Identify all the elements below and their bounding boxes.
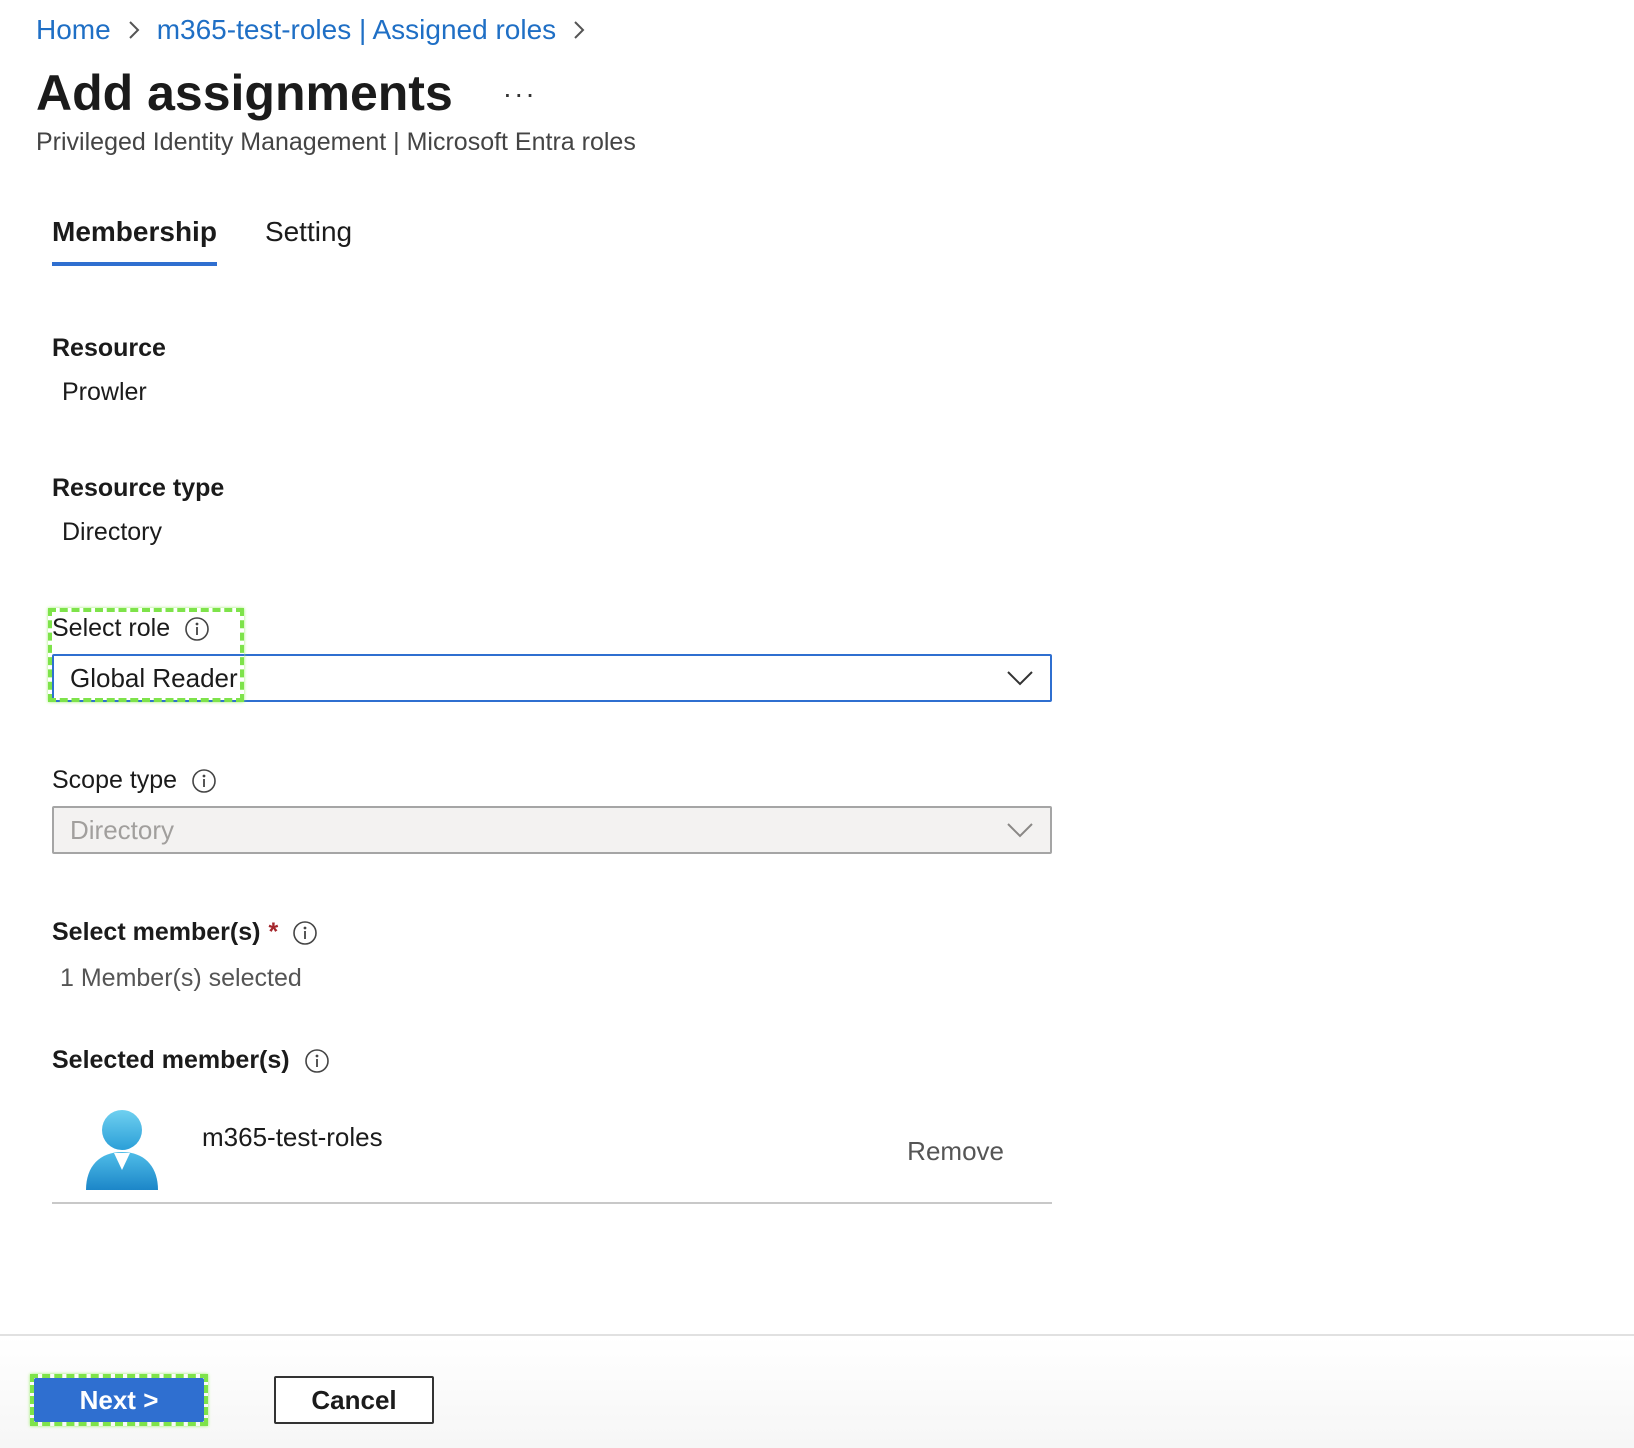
breadcrumb-home[interactable]: Home — [36, 14, 111, 46]
resource-type-label: Resource type — [52, 474, 225, 502]
page-subtitle: Privileged Identity Management | Microso… — [36, 128, 636, 156]
info-icon[interactable] — [304, 1048, 330, 1074]
tab-membership[interactable]: Membership — [52, 216, 217, 266]
members-selected-link[interactable]: 1 Member(s) selected — [60, 964, 302, 993]
title-row: Add assignments ··· — [36, 64, 537, 122]
tab-bar: Membership Setting — [52, 216, 400, 266]
select-role-label-row: Select role — [52, 614, 210, 643]
select-role-dropdown[interactable]: Global Reader — [52, 654, 1052, 702]
select-members-label-row: Select member(s) * — [52, 918, 318, 947]
remove-member-button[interactable]: Remove — [907, 1136, 1004, 1167]
chevron-down-icon — [1006, 815, 1034, 846]
footer-bar: Next > Cancel — [0, 1334, 1634, 1448]
breadcrumb: Home m365-test-roles | Assigned roles — [36, 12, 602, 48]
next-button[interactable]: Next > — [34, 1378, 204, 1422]
scope-type-label: Scope type — [52, 766, 178, 794]
member-name: m365-test-roles — [202, 1122, 383, 1152]
breadcrumb-assigned-roles[interactable]: m365-test-roles | Assigned roles — [157, 14, 556, 46]
select-members-label: Select member(s) — [52, 918, 261, 946]
add-assignments-page: Home m365-test-roles | Assigned roles Ad… — [0, 0, 1634, 1448]
tab-setting[interactable]: Setting — [265, 216, 352, 266]
info-icon[interactable] — [191, 768, 217, 794]
resource-label: Resource — [52, 334, 166, 362]
chevron-right-icon — [127, 19, 141, 41]
cancel-button[interactable]: Cancel — [274, 1376, 434, 1424]
resource-value: Prowler — [62, 378, 147, 406]
info-icon[interactable] — [184, 616, 210, 642]
chevron-down-icon — [1006, 663, 1034, 694]
info-icon[interactable] — [292, 920, 318, 946]
resource-type-value: Directory — [62, 518, 163, 546]
user-avatar-icon — [84, 1108, 160, 1190]
selected-members-label-row: Selected member(s) — [52, 1046, 330, 1075]
selected-members-label: Selected member(s) — [52, 1046, 290, 1074]
scope-type-dropdown: Directory — [52, 806, 1052, 854]
required-marker: * — [268, 918, 279, 946]
chevron-right-icon — [572, 19, 586, 41]
select-role-label: Select role — [52, 614, 171, 642]
page-title: Add assignments — [36, 65, 453, 121]
select-role-value: Global Reader — [70, 662, 238, 693]
scope-type-value: Directory — [70, 814, 175, 845]
more-options-button[interactable]: ··· — [503, 80, 537, 108]
list-item: m365-test-roles Remove — [52, 1100, 1052, 1204]
scope-type-label-row: Scope type — [52, 766, 217, 795]
